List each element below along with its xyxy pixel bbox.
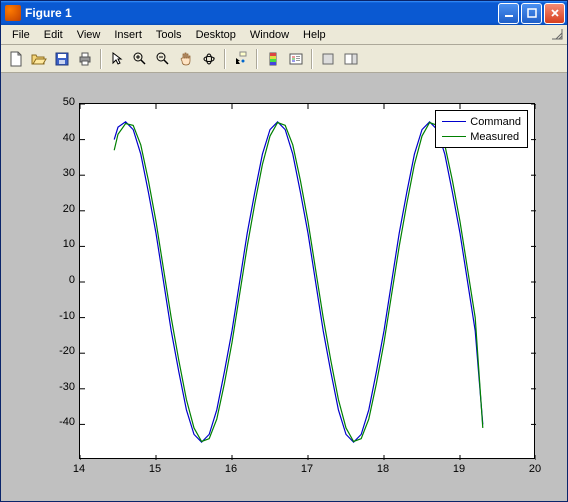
data-cursor-button[interactable] — [230, 48, 252, 70]
insert-legend-button[interactable] — [285, 48, 307, 70]
new-figure-button[interactable] — [5, 48, 27, 70]
legend[interactable]: Command Measured — [435, 110, 528, 148]
figure-client-area: Command Measured -40 -30 -20 -10 0 10 20 30 40 50… — [1, 73, 567, 501]
show-plot-tools-button[interactable] — [340, 48, 362, 70]
legend-entry-measured[interactable]: Measured — [442, 129, 521, 144]
pan-hand-icon — [178, 51, 194, 67]
dock-grip-icon[interactable] — [551, 28, 563, 40]
insert-colorbar-button[interactable] — [262, 48, 284, 70]
maximize-button[interactable] — [521, 3, 542, 24]
y-tick-label: 10 — [45, 238, 75, 250]
minimize-icon — [504, 8, 514, 18]
y-tick-label: 20 — [45, 203, 75, 215]
menu-file[interactable]: File — [5, 27, 37, 43]
toolbar — [1, 45, 567, 73]
zoom-in-button[interactable] — [129, 48, 151, 70]
x-tick-label: 17 — [292, 463, 322, 475]
open-folder-icon — [31, 51, 47, 67]
x-tick-label: 18 — [368, 463, 398, 475]
window-title: Figure 1 — [25, 6, 498, 20]
y-tick-label: -40 — [45, 416, 75, 428]
titlebar[interactable]: Figure 1 — [1, 1, 567, 25]
y-tick-label: -20 — [45, 345, 75, 357]
y-tick-label: -30 — [45, 381, 75, 393]
close-icon — [550, 8, 560, 18]
x-tick-label: 20 — [520, 463, 550, 475]
figure-canvas[interactable]: Command Measured -40 -30 -20 -10 0 10 20 30 40 50… — [1, 73, 567, 501]
y-tick-label: 30 — [45, 167, 75, 179]
save-button[interactable] — [51, 48, 73, 70]
y-tick-label: 40 — [45, 132, 75, 144]
new-file-icon — [8, 51, 24, 67]
x-tick-label: 14 — [64, 463, 94, 475]
window-controls — [498, 3, 565, 24]
menu-window[interactable]: Window — [243, 27, 296, 43]
colorbar-icon — [265, 51, 281, 67]
open-button[interactable] — [28, 48, 50, 70]
pointer-icon — [109, 51, 125, 67]
zoom-out-icon — [155, 51, 171, 67]
print-icon — [77, 51, 93, 67]
zoom-out-button[interactable] — [152, 48, 174, 70]
y-tick-label: 0 — [45, 274, 75, 286]
menubar: File Edit View Insert Tools Desktop Wind… — [1, 25, 567, 45]
pan-button[interactable] — [175, 48, 197, 70]
y-tick-label: -10 — [45, 310, 75, 322]
legend-entry-command[interactable]: Command — [442, 114, 521, 129]
legend-label: Command — [470, 116, 521, 128]
x-tick-label: 15 — [140, 463, 170, 475]
legend-swatch-command — [442, 121, 466, 122]
axes[interactable]: Command Measured — [79, 103, 535, 459]
menu-view[interactable]: View — [70, 27, 108, 43]
y-tick-label: 50 — [45, 96, 75, 108]
hide-plot-tools-button[interactable] — [317, 48, 339, 70]
rotate-button[interactable] — [198, 48, 220, 70]
save-floppy-icon — [54, 51, 70, 67]
toolbar-separator — [224, 49, 226, 69]
data-cursor-icon — [233, 51, 249, 67]
pointer-button[interactable] — [106, 48, 128, 70]
plot-lines — [80, 104, 536, 460]
app-icon — [5, 5, 21, 21]
zoom-in-icon — [132, 51, 148, 67]
toolbar-separator — [311, 49, 313, 69]
maximize-icon — [527, 8, 537, 18]
legend-swatch-measured — [442, 136, 466, 137]
show-tools-icon — [343, 51, 359, 67]
hide-tools-icon — [320, 51, 336, 67]
minimize-button[interactable] — [498, 3, 519, 24]
x-tick-label: 16 — [216, 463, 246, 475]
x-tick-label: 19 — [444, 463, 474, 475]
figure-window: Figure 1 File Edit View Insert Tools Des… — [0, 0, 568, 502]
toolbar-separator — [256, 49, 258, 69]
print-button[interactable] — [74, 48, 96, 70]
legend-label: Measured — [470, 131, 519, 143]
menu-edit[interactable]: Edit — [37, 27, 70, 43]
legend-icon — [288, 51, 304, 67]
menu-desktop[interactable]: Desktop — [189, 27, 243, 43]
rotate-3d-icon — [201, 51, 217, 67]
close-button[interactable] — [544, 3, 565, 24]
menu-insert[interactable]: Insert — [107, 27, 149, 43]
menu-help[interactable]: Help — [296, 27, 333, 43]
toolbar-separator — [100, 49, 102, 69]
menu-tools[interactable]: Tools — [149, 27, 189, 43]
